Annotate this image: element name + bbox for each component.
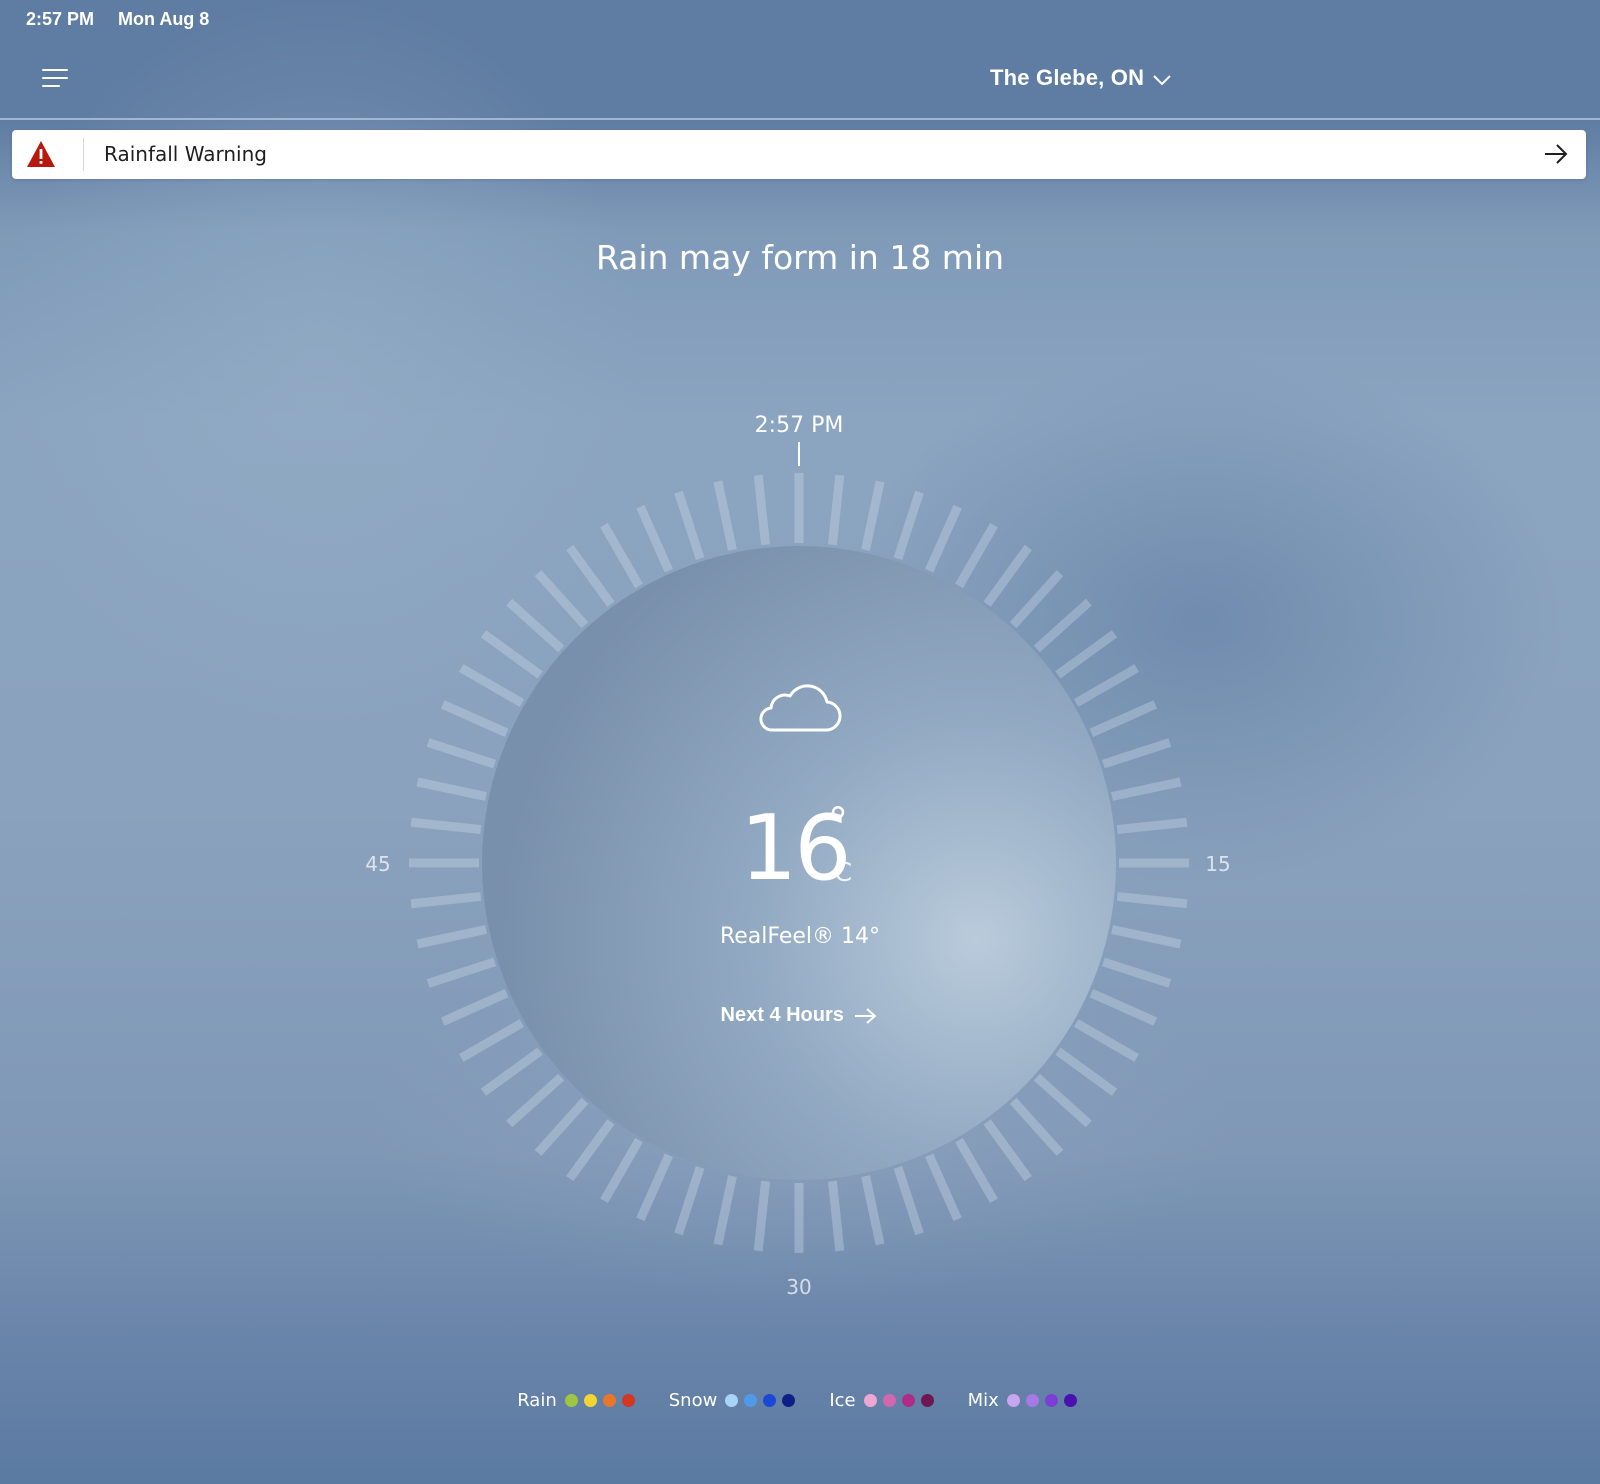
- minute-tick: [674, 1165, 705, 1236]
- legend-color-dot: [1025, 1394, 1039, 1407]
- minute-tick: [753, 474, 771, 546]
- legend-label: Snow: [668, 1390, 718, 1411]
- minute-tick: [827, 474, 845, 546]
- minute-tick: [480, 630, 543, 679]
- minute-tick: [636, 504, 673, 573]
- current-time-label: 2:57 PM: [755, 413, 844, 438]
- minute-tick: [600, 1137, 643, 1203]
- minute-tick: [983, 1119, 1032, 1182]
- minute-tick: [636, 1153, 673, 1222]
- precipitation-legend: Rain Snow Ice Mix: [0, 1390, 1600, 1411]
- minute-tick: [506, 598, 565, 653]
- minute-tick: [1055, 630, 1118, 679]
- minute-tick: [1033, 1073, 1092, 1128]
- legend-color-dot: [920, 1394, 934, 1407]
- minute-tick: [480, 1047, 543, 1096]
- legend-group-snow: Snow: [669, 1390, 802, 1411]
- legend-label: Ice: [829, 1390, 856, 1411]
- next-4-hours-label: Next 4 Hours: [720, 1004, 844, 1027]
- minute-tick: [566, 544, 615, 607]
- arrow-right-icon: [855, 1007, 877, 1024]
- minute-tick: [827, 1180, 845, 1252]
- minute-tick: [416, 777, 487, 801]
- legend-color-dot: [725, 1394, 739, 1407]
- legend-label: Mix: [967, 1390, 999, 1411]
- minute-tick: [534, 1097, 589, 1156]
- legend-group-mix: Mix: [968, 1390, 1083, 1411]
- minute-tick: [440, 700, 509, 737]
- legend-color-dot: [564, 1394, 578, 1407]
- minute-tick: [1009, 570, 1064, 629]
- legend-color-dot: [1063, 1394, 1077, 1407]
- minute-tick: [983, 544, 1032, 607]
- minute-tick: [1116, 817, 1188, 835]
- minute-tick: [600, 523, 643, 589]
- next-4-hours-link[interactable]: Next 4 Hours: [0, 1004, 1600, 1027]
- minute-tick: [534, 570, 589, 629]
- minute-tick: [861, 480, 885, 551]
- minute-tick: [1073, 664, 1139, 707]
- legend-color-dot: [882, 1394, 896, 1407]
- legend-color-dot: [583, 1394, 597, 1407]
- temperature-unit: C: [834, 858, 853, 888]
- minute-tick: [753, 1180, 771, 1252]
- minute-tick: [955, 1137, 998, 1203]
- minute-tick: [893, 1165, 924, 1236]
- legend-color-dot: [863, 1394, 877, 1407]
- legend-group-rain: Rain: [517, 1390, 641, 1411]
- legend-color-dot: [602, 1394, 616, 1407]
- legend-color-dot: [1044, 1394, 1058, 1407]
- minute-tick: [861, 1175, 885, 1246]
- legend-color-dot: [782, 1394, 796, 1407]
- minute-tick: [893, 490, 924, 561]
- minute-tick: [1101, 957, 1172, 988]
- minute-tick: [426, 957, 497, 988]
- legend-color-dot: [621, 1394, 635, 1407]
- minutecast-dial: 2:57 PM 15 30 45: [365, 413, 1230, 1299]
- minute-tick: [1033, 598, 1092, 653]
- minute-tick: [566, 1119, 615, 1182]
- minute-tick: [925, 1153, 962, 1222]
- minute-tick: [713, 480, 737, 551]
- minute-label-15: 15: [1205, 852, 1230, 876]
- minute-tick: [1111, 777, 1182, 801]
- minute-label-30: 30: [786, 1275, 811, 1299]
- legend-color-dot: [763, 1394, 777, 1407]
- minute-tick: [713, 1175, 737, 1246]
- legend-label: Rain: [517, 1390, 557, 1411]
- minute-tick: [459, 664, 525, 707]
- minute-tick: [1101, 738, 1172, 769]
- legend-color-dot: [744, 1394, 758, 1407]
- minute-tick: [1055, 1047, 1118, 1096]
- minute-tick: [1073, 1019, 1139, 1062]
- minute-label-45: 45: [365, 852, 390, 876]
- legend-group-ice: Ice: [829, 1390, 939, 1411]
- minute-tick: [925, 504, 962, 573]
- legend-color-dot: [1006, 1394, 1020, 1407]
- minute-tick: [955, 523, 998, 589]
- minute-tick: [1089, 700, 1158, 737]
- temperature-degree: °: [828, 800, 848, 846]
- minute-tick: [410, 817, 482, 835]
- minute-tick: [459, 1019, 525, 1062]
- minute-tick: [506, 1073, 565, 1128]
- minute-tick: [1009, 1097, 1064, 1156]
- minute-tick: [1116, 891, 1188, 909]
- realfeel-temperature: RealFeel® 14°: [719, 924, 881, 949]
- minute-tick: [410, 891, 482, 909]
- minute-tick: [674, 490, 705, 561]
- cloud-icon: [759, 684, 842, 732]
- minute-tick: [426, 738, 497, 769]
- legend-color-dot: [901, 1394, 915, 1407]
- temperature-value: 16: [740, 796, 852, 901]
